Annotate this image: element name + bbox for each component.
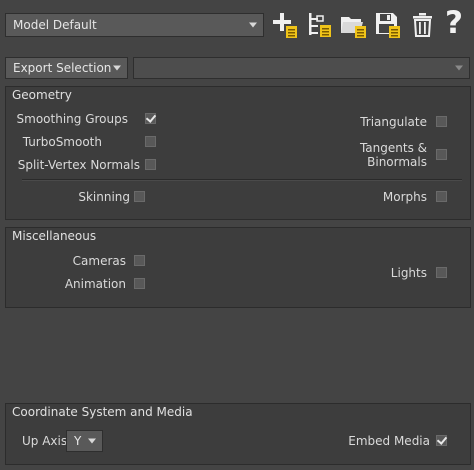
help-icon[interactable]: ? — [443, 5, 471, 41]
up-axis-dropdown[interactable]: Y — [66, 430, 103, 452]
help-glyph: ? — [445, 5, 463, 41]
embed-media-checkbox[interactable] — [436, 435, 447, 446]
export-selection-dropdown[interactable]: Export Selection — [5, 57, 128, 79]
chevron-down-icon — [113, 65, 121, 71]
smoothing-groups-checkbox[interactable] — [145, 113, 156, 124]
cameras-checkbox[interactable] — [134, 255, 145, 266]
morphs-checkbox[interactable] — [436, 191, 447, 202]
smoothing-groups-label: Smoothing Groups — [16, 112, 128, 126]
triangulate-label: Triangulate — [360, 115, 427, 129]
coordinate-system-title: Coordinate System and Media — [12, 405, 193, 419]
embed-media-label: Embed Media — [348, 434, 430, 448]
tangents-line-1: Tangents & — [359, 141, 427, 155]
skinning-label: Skinning — [78, 190, 130, 204]
morphs-label: Morphs — [382, 190, 427, 204]
split-vertex-normals-checkbox[interactable] — [145, 159, 156, 170]
lights-checkbox[interactable] — [436, 267, 447, 278]
delete-icon[interactable] — [409, 11, 437, 39]
animation-checkbox[interactable] — [134, 278, 145, 289]
skinning-checkbox[interactable] — [134, 191, 145, 202]
edit-preset-icon[interactable] — [305, 11, 333, 39]
tangents-binormals-checkbox[interactable] — [436, 149, 447, 160]
turbosmooth-checkbox[interactable] — [145, 136, 156, 147]
geometry-title: Geometry — [12, 88, 72, 102]
chevron-down-icon — [88, 438, 96, 444]
miscellaneous-title: Miscellaneous — [12, 229, 97, 243]
up-axis-label: Up Axis — [22, 434, 68, 448]
export-secondary-dropdown[interactable] — [133, 57, 470, 79]
geometry-group: Geometry Smoothing Groups TurboSmooth Sp… — [5, 86, 471, 220]
preset-dropdown[interactable]: Model Default — [5, 13, 264, 37]
export-selection-value: Export Selection — [13, 61, 112, 75]
add-preset-icon[interactable] — [271, 11, 299, 39]
chevron-down-icon — [249, 22, 257, 28]
save-icon[interactable] — [374, 11, 402, 39]
open-folder-icon[interactable] — [340, 11, 368, 39]
geometry-separator — [22, 179, 462, 181]
coordinate-system-group: Coordinate System and Media Up Axis Y Em… — [5, 403, 471, 465]
animation-label: Animation — [64, 277, 126, 291]
lights-label: Lights — [390, 266, 427, 280]
split-vertex-normals-label: Split-Vertex Normals — [17, 158, 140, 172]
up-axis-value: Y — [74, 434, 82, 448]
preset-dropdown-value: Model Default — [13, 18, 97, 32]
tangents-line-2: Binormals — [367, 155, 427, 169]
miscellaneous-group: Miscellaneous Cameras Animation Lights — [5, 227, 471, 308]
chevron-down-icon — [455, 65, 463, 71]
tangents-binormals-label: Tangents & Binormals — [360, 141, 427, 169]
triangulate-checkbox[interactable] — [436, 116, 447, 127]
cameras-label: Cameras — [72, 254, 126, 268]
turbosmooth-label: TurboSmooth — [22, 135, 102, 149]
